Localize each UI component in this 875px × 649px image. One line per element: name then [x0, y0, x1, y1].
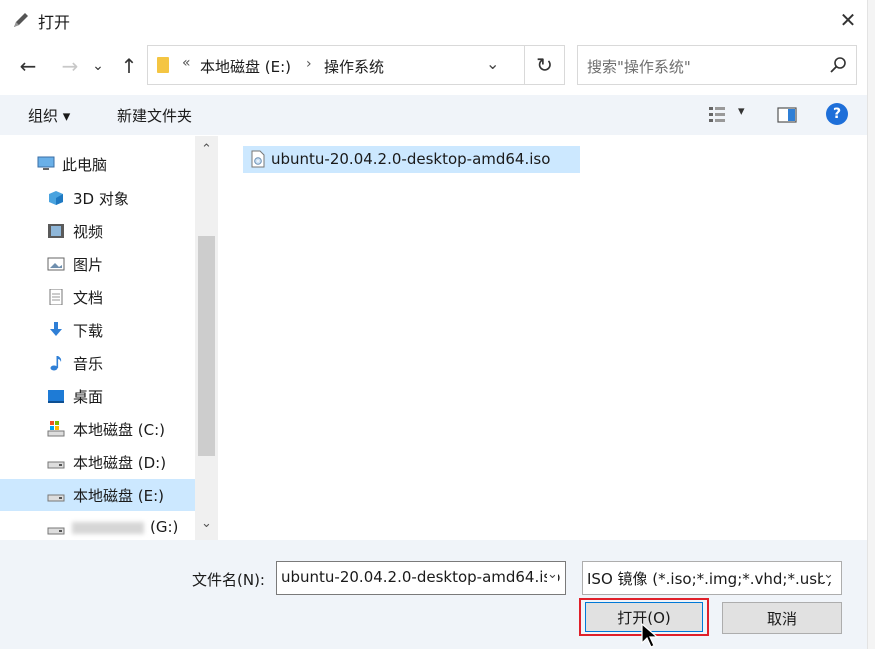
blurred-drive-name [72, 522, 144, 534]
filename-field[interactable]: ubuntu-20.04.2.0-desktop-amd64.iso ⌄ [276, 561, 566, 595]
chevron-down-icon: ⌄ [92, 58, 104, 74]
up-button[interactable]: ↑ [115, 52, 143, 80]
file-type-value: ISO 镜像 (*.iso;*.img;*.vhd;*.usb) [587, 570, 833, 588]
pen-icon [14, 13, 28, 27]
search-placeholder: 搜索"操作系统" [587, 58, 691, 76]
view-dropdown-icon[interactable]: ▾ [738, 104, 745, 119]
dialog-footer: 文件名(N): ubuntu-20.04.2.0-desktop-amd64.i… [0, 540, 875, 649]
sidebar-item-label: 视频 [73, 223, 104, 241]
filename-label: 文件名(N): [192, 571, 265, 589]
organize-menu-button[interactable]: 组织 ▾ [28, 105, 70, 126]
sidebar-item-drive-e[interactable]: 本地磁盘 (E:) [0, 479, 195, 511]
disc-image-file-icon [251, 150, 265, 168]
address-overflow-icon[interactable]: « [182, 55, 191, 71]
search-input[interactable]: 搜索"操作系统" [577, 45, 857, 85]
video-icon [48, 224, 64, 238]
sidebar-item-label: 下载 [73, 322, 104, 340]
sidebar-item-label: 文档 [73, 289, 104, 307]
sidebar-item-label: 图片 [73, 256, 104, 274]
sidebar-item-music[interactable]: 音乐 [0, 347, 195, 379]
sidebar-item-pictures[interactable]: 图片 [0, 248, 195, 280]
file-item[interactable]: ubuntu-20.04.2.0-desktop-amd64.iso [243, 146, 580, 173]
scroll-up-icon[interactable]: ⌃ [195, 142, 218, 157]
window-edge [867, 0, 875, 649]
address-dropdown-icon[interactable]: ⌄ [486, 54, 499, 73]
sidebar-scrollbar[interactable]: ⌃ ⌄ [195, 136, 218, 540]
drive-icon [47, 421, 65, 437]
window-title: 打开 [38, 13, 71, 32]
sidebar-item-documents[interactable]: 文档 [0, 281, 195, 313]
view-options-icon[interactable] [706, 104, 728, 126]
back-button[interactable]: ← [14, 52, 42, 80]
sidebar-item-label: 本地磁盘 (E:) [73, 487, 165, 505]
sidebar-item-videos[interactable]: 视频 [0, 215, 195, 247]
download-icon [50, 322, 62, 336]
chevron-down-icon[interactable]: ⌄ [547, 567, 558, 582]
desktop-icon [48, 390, 64, 403]
sidebar-item-drive-c[interactable]: 本地磁盘 (C:) [0, 413, 195, 445]
drive-icon [47, 494, 65, 502]
sidebar-item-3d-objects[interactable]: 3D 对象 [0, 182, 195, 214]
drive-icon [47, 527, 65, 535]
close-button[interactable]: ✕ [828, 4, 868, 36]
sidebar-item-label: 音乐 [73, 355, 104, 373]
sidebar-item-label: 本地磁盘 (D:) [73, 454, 167, 472]
sidebar-item-this-pc[interactable]: 此电脑 [0, 148, 195, 180]
new-folder-button[interactable]: 新建文件夹 [117, 105, 192, 126]
file-type-select[interactable]: ISO 镜像 (*.iso;*.img;*.vhd;*.usb) ⌄ [582, 561, 842, 595]
scroll-down-icon[interactable]: ⌄ [195, 516, 218, 531]
mouse-cursor-icon [641, 623, 659, 648]
music-icon [50, 356, 62, 371]
back-arrow-icon: ← [19, 54, 37, 78]
address-bar[interactable]: « 本地磁盘 (E:) › 操作系统 ⌄ [147, 45, 565, 85]
refresh-button[interactable]: ↻ [524, 45, 564, 85]
cancel-button[interactable]: 取消 [722, 602, 842, 634]
recent-locations-button[interactable]: ⌄ [88, 52, 108, 80]
chevron-down-icon[interactable]: ⌄ [823, 567, 834, 582]
cancel-button-label: 取消 [766, 609, 797, 628]
breadcrumb-folder[interactable]: 操作系统 [324, 56, 384, 77]
breadcrumb-separator-icon[interactable]: › [306, 56, 312, 72]
scroll-thumb[interactable] [198, 236, 215, 456]
forward-button[interactable]: → [56, 52, 84, 80]
search-icon [830, 57, 846, 73]
file-name: ubuntu-20.04.2.0-desktop-amd64.iso [271, 150, 551, 168]
drive-icon [47, 461, 65, 469]
computer-icon [37, 156, 55, 170]
close-icon: ✕ [839, 8, 857, 32]
command-toolbar: 组织 ▾ 新建文件夹 ▾ ? [0, 95, 875, 135]
up-arrow-icon: ↑ [120, 54, 138, 78]
title-bar: 打开 ✕ [0, 0, 875, 40]
sidebar-item-label: 桌面 [73, 388, 104, 406]
help-icon[interactable]: ? [826, 103, 848, 125]
documents-icon [49, 289, 63, 305]
sidebar-item-label: 本地磁盘 (C:) [73, 421, 165, 439]
sidebar-item-drive-d[interactable]: 本地磁盘 (D:) [0, 446, 195, 478]
navigation-pane: 此电脑 3D 对象 视频 图片 文档 下载 音乐 桌面 本地磁盘 (C:) 本地… [0, 136, 218, 540]
sidebar-item-label: 此电脑 [62, 156, 108, 174]
3d-objects-icon [49, 191, 63, 205]
filename-value: ubuntu-20.04.2.0-desktop-amd64.iso [281, 568, 561, 586]
sidebar-item-label: 3D 对象 [73, 190, 129, 208]
sidebar-item-desktop[interactable]: 桌面 [0, 380, 195, 412]
refresh-icon: ↻ [536, 53, 553, 77]
pictures-icon [47, 257, 65, 271]
breadcrumb-drive[interactable]: 本地磁盘 (E:) [200, 56, 291, 77]
sidebar-item-drive-g[interactable]: (G:) [0, 512, 195, 540]
forward-arrow-icon: → [61, 54, 79, 78]
sidebar-item-downloads[interactable]: 下载 [0, 314, 195, 346]
preview-pane-icon[interactable] [776, 104, 798, 126]
folder-icon [157, 57, 169, 73]
sidebar-item-label: (G:) [150, 518, 179, 536]
